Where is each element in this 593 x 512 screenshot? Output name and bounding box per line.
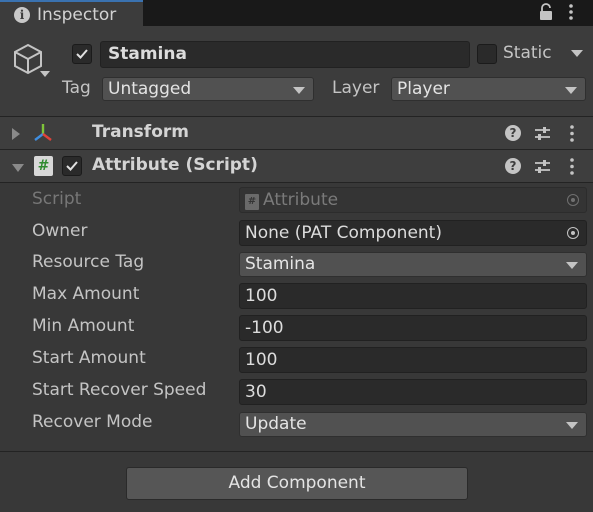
presets-icon[interactable]	[534, 125, 551, 142]
owner-field[interactable]: None (PAT Component)	[239, 220, 587, 246]
static-dropdown-arrow-icon[interactable]	[571, 50, 583, 57]
tag-dropdown[interactable]: Untagged	[102, 77, 314, 101]
tab-inspector[interactable]: i Inspector	[0, 0, 143, 27]
icon-dropdown-arrow-icon[interactable]	[40, 71, 50, 77]
chevron-down-icon	[565, 87, 577, 94]
min-amount-label: Min Amount	[32, 316, 135, 336]
more-options-icon[interactable]	[567, 157, 577, 176]
chevron-down-icon	[293, 87, 305, 94]
add-component-button[interactable]: Add Component	[126, 467, 468, 500]
layer-label: Layer	[332, 78, 380, 98]
recover-mode-value: Update	[245, 414, 307, 434]
attribute-component-header[interactable]: # Attribute (Script) ?	[0, 150, 593, 183]
help-icon[interactable]: ?	[505, 158, 521, 174]
script-icon: #	[34, 156, 53, 176]
script-file-icon: #	[245, 194, 259, 210]
start-recover-speed-label: Start Recover Speed	[32, 380, 207, 400]
gameobject-header: Stamina Static Tag Untagged Layer Player	[0, 26, 593, 117]
checkmark-icon	[76, 49, 88, 59]
tag-value: Untagged	[108, 79, 192, 99]
gameobject-active-checkbox[interactable]	[72, 44, 92, 64]
start-amount-label: Start Amount	[32, 348, 146, 368]
layer-value: Player	[397, 79, 450, 99]
script-field: # Attribute	[239, 187, 587, 213]
transform-component-header[interactable]: Transform ?	[0, 117, 593, 150]
tab-bar: i Inspector	[0, 0, 593, 27]
layer-dropdown[interactable]: Player	[391, 77, 586, 101]
foldout-expanded-icon[interactable]	[12, 164, 24, 172]
owner-value: None (PAT Component)	[245, 223, 442, 243]
more-options-icon[interactable]	[567, 124, 577, 143]
start-recover-speed-field[interactable]: 30	[239, 379, 587, 405]
min-amount-field[interactable]: -100	[239, 315, 587, 341]
resource-tag-value: Stamina	[245, 254, 316, 274]
object-picker-icon	[560, 188, 586, 212]
chevron-down-icon	[566, 262, 578, 269]
gameobject-name-field[interactable]: Stamina	[100, 41, 470, 68]
max-amount-label: Max Amount	[32, 284, 140, 304]
object-picker-icon[interactable]	[560, 221, 586, 245]
component-title: Attribute (Script)	[92, 155, 258, 175]
foldout-collapsed-icon[interactable]	[12, 128, 20, 140]
resource-tag-dropdown[interactable]: Stamina	[239, 252, 587, 277]
start-amount-field[interactable]: 100	[239, 347, 587, 373]
info-icon: i	[14, 7, 30, 23]
static-checkbox[interactable]	[477, 44, 497, 64]
resource-tag-label: Resource Tag	[32, 252, 145, 272]
checkmark-icon	[66, 161, 78, 171]
help-icon[interactable]: ?	[505, 125, 521, 141]
component-title: Transform	[92, 122, 189, 142]
lock-icon[interactable]	[538, 3, 554, 21]
owner-label: Owner	[32, 221, 88, 241]
more-options-icon[interactable]	[566, 3, 576, 21]
script-value: Attribute	[263, 190, 339, 210]
divider	[0, 451, 593, 452]
max-amount-field[interactable]: 100	[239, 283, 587, 309]
recover-mode-dropdown[interactable]: Update	[239, 412, 587, 437]
static-label: Static	[503, 43, 552, 63]
transform-icon	[34, 124, 52, 141]
presets-icon[interactable]	[534, 158, 551, 175]
tag-label: Tag	[62, 78, 91, 98]
script-label: Script	[32, 189, 82, 209]
chevron-down-icon	[566, 422, 578, 429]
recover-mode-label: Recover Mode	[32, 412, 153, 432]
component-enabled-checkbox[interactable]	[62, 156, 82, 176]
tab-title: Inspector	[37, 5, 117, 25]
